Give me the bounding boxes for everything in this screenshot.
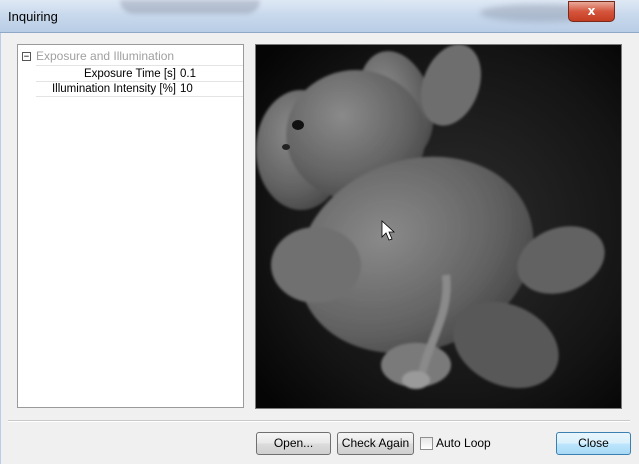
collapse-icon[interactable]: − [22, 51, 31, 61]
property-value[interactable]: 0.1 [178, 68, 243, 80]
close-button[interactable]: Close [556, 432, 631, 455]
property-grid[interactable]: − Exposure and Illumination Exposure Tim… [17, 44, 244, 408]
property-category[interactable]: − Exposure and Illumination [22, 48, 174, 64]
auto-loop-label[interactable]: Auto Loop [436, 436, 491, 450]
property-value[interactable]: 10 [178, 83, 243, 95]
category-label: Exposure and Illumination [36, 49, 175, 63]
window-title: Inquiring [8, 9, 58, 24]
open-button[interactable]: Open... [256, 432, 331, 455]
title-bar-reflection [120, 0, 260, 14]
close-icon: x [587, 4, 596, 18]
title-bar[interactable]: Inquiring x [0, 0, 639, 33]
camera-image-view[interactable] [255, 44, 622, 409]
property-name: Exposure Time [s] [83, 67, 176, 80]
check-again-button[interactable]: Check Again [337, 432, 414, 455]
divider [8, 420, 630, 422]
property-row-exposure-time[interactable]: Exposure Time [s] 0.1 [36, 65, 243, 81]
property-row-illumination-intensity[interactable]: Illumination Intensity [%] 10 [36, 81, 243, 97]
auto-loop-checkbox[interactable] [420, 437, 433, 450]
camera-image [256, 45, 621, 408]
property-name: Illumination Intensity [%] [51, 83, 176, 95]
window-close-button[interactable]: x [568, 1, 615, 22]
